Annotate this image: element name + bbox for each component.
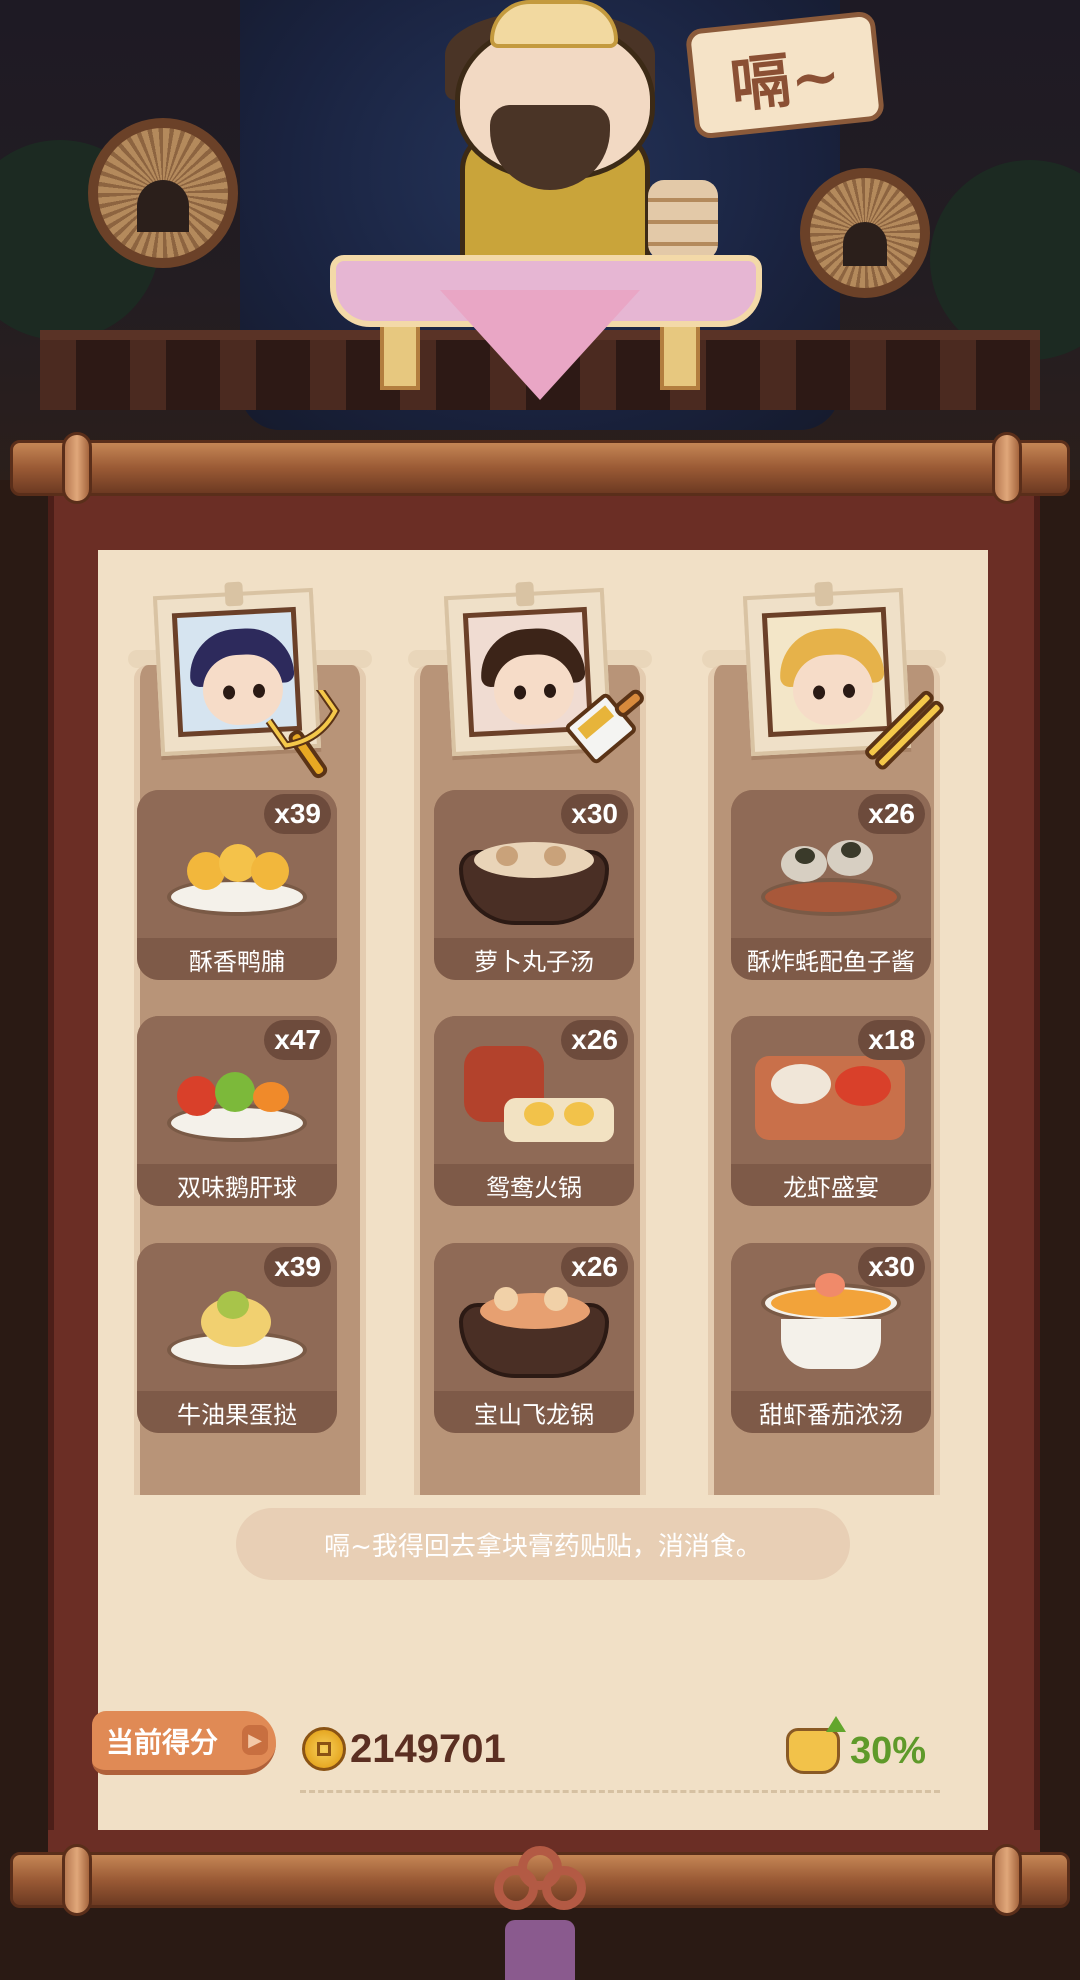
- dish-name: 萝卜丸子汤: [434, 938, 634, 980]
- fork-icon: [265, 690, 341, 779]
- speech-sign: 嗝~: [684, 10, 886, 140]
- speech-sign-text: 嗝~: [727, 39, 845, 122]
- coin-icon: [302, 1727, 346, 1771]
- chopsticks-icon: [865, 690, 944, 770]
- dish-name: 鸳鸯火锅: [434, 1164, 634, 1206]
- scroll-top-rod: [10, 440, 1070, 496]
- dish-card[interactable]: x26 酥炸蚝配鱼子酱: [731, 790, 931, 980]
- bonus-pot-icon: [786, 1728, 840, 1774]
- bonus-percent: 30%: [850, 1730, 927, 1772]
- steamed-buns-icon: [648, 180, 718, 260]
- play-arrow-icon: ▶: [242, 1725, 268, 1755]
- dish-count-badge: x30: [858, 1247, 925, 1287]
- rod-cap-top-right: [992, 432, 1022, 504]
- bonus-up-arrow-icon: [826, 1716, 846, 1732]
- dish-name: 酥香鸭脯: [137, 938, 337, 980]
- dish-card[interactable]: x47 双味鹅肝球: [137, 1016, 337, 1206]
- rod-cap-top-left: [62, 432, 92, 504]
- chinese-knot-icon: [490, 1846, 590, 1950]
- dish-card[interactable]: x30 萝卜丸子汤: [434, 790, 634, 980]
- score-divider: [300, 1790, 940, 1793]
- cleaver-icon: [565, 689, 644, 764]
- dish-name: 龙虾盛宴: [731, 1164, 931, 1206]
- dish-count-badge: x39: [264, 1247, 331, 1287]
- customer-scene: 嗝~: [0, 0, 1080, 480]
- customer-comment: 嗝~我得回去拿块膏药贴贴，消消食。: [236, 1508, 850, 1580]
- dish-card[interactable]: x39 牛油果蛋挞: [137, 1243, 337, 1433]
- fan-right-icon: [800, 168, 930, 298]
- dish-name: 甜虾番茄浓汤: [731, 1391, 931, 1433]
- dish-name: 牛油果蛋挞: [137, 1391, 337, 1433]
- dish-name: 酥炸蚝配鱼子酱: [731, 938, 931, 980]
- dish-card[interactable]: x39 酥香鸭脯: [137, 790, 337, 980]
- dish-count-badge: x26: [561, 1247, 628, 1287]
- current-score-label: 当前得分: [106, 1725, 219, 1759]
- rod-cap-bottom-right: [992, 1844, 1022, 1916]
- dish-count-badge: x30: [561, 794, 628, 834]
- dish-card[interactable]: x26 鸳鸯火锅: [434, 1016, 634, 1206]
- current-score-button[interactable]: 当前得分 ▶: [92, 1711, 276, 1775]
- rod-cap-bottom-left: [62, 1844, 92, 1916]
- dish-count-badge: x26: [561, 1020, 628, 1060]
- dish-count-badge: x26: [858, 794, 925, 834]
- dish-card[interactable]: x26 宝山飞龙锅: [434, 1243, 634, 1433]
- dish-card[interactable]: x18 龙虾盛宴: [731, 1016, 931, 1206]
- customer-crown: [490, 0, 618, 48]
- dish-count-badge: x47: [264, 1020, 331, 1060]
- score-value: 2149701: [350, 1727, 506, 1771]
- dish-card[interactable]: x30 甜虾番茄浓汤: [731, 1243, 931, 1433]
- fan-left-icon: [88, 118, 238, 268]
- dish-name: 宝山飞龙锅: [434, 1391, 634, 1433]
- dish-count-badge: x39: [264, 794, 331, 834]
- dish-count-badge: x18: [858, 1020, 925, 1060]
- dish-name: 双味鹅肝球: [137, 1164, 337, 1206]
